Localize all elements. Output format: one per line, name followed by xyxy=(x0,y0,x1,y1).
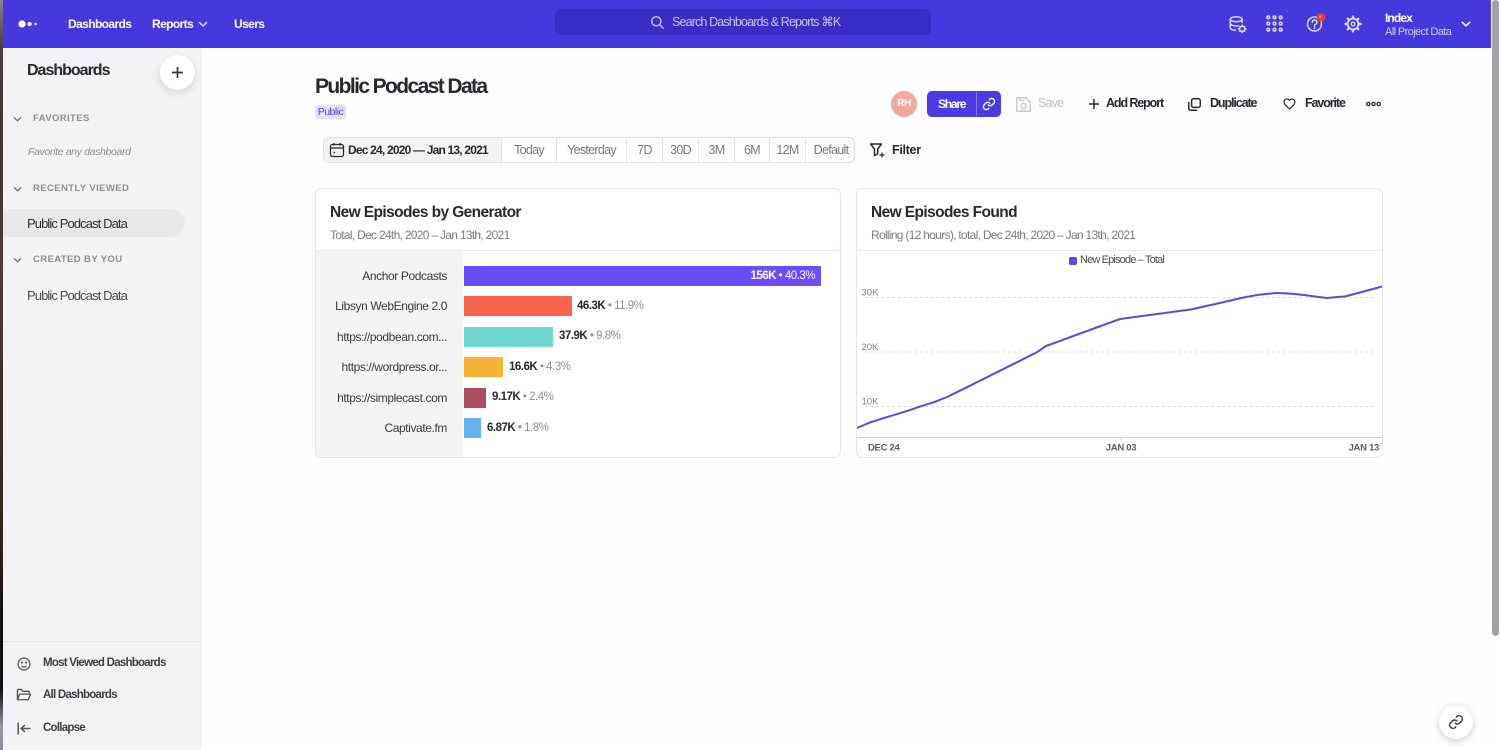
svg-text:20K: 20K xyxy=(862,342,880,353)
svg-text:JAN 13: JAN 13 xyxy=(1349,443,1379,454)
svg-text:JAN 03: JAN 03 xyxy=(1106,443,1136,454)
svg-text:30K: 30K xyxy=(862,288,880,299)
svg-text:DEC 24: DEC 24 xyxy=(868,443,900,454)
svg-text:10K: 10K xyxy=(862,397,880,408)
